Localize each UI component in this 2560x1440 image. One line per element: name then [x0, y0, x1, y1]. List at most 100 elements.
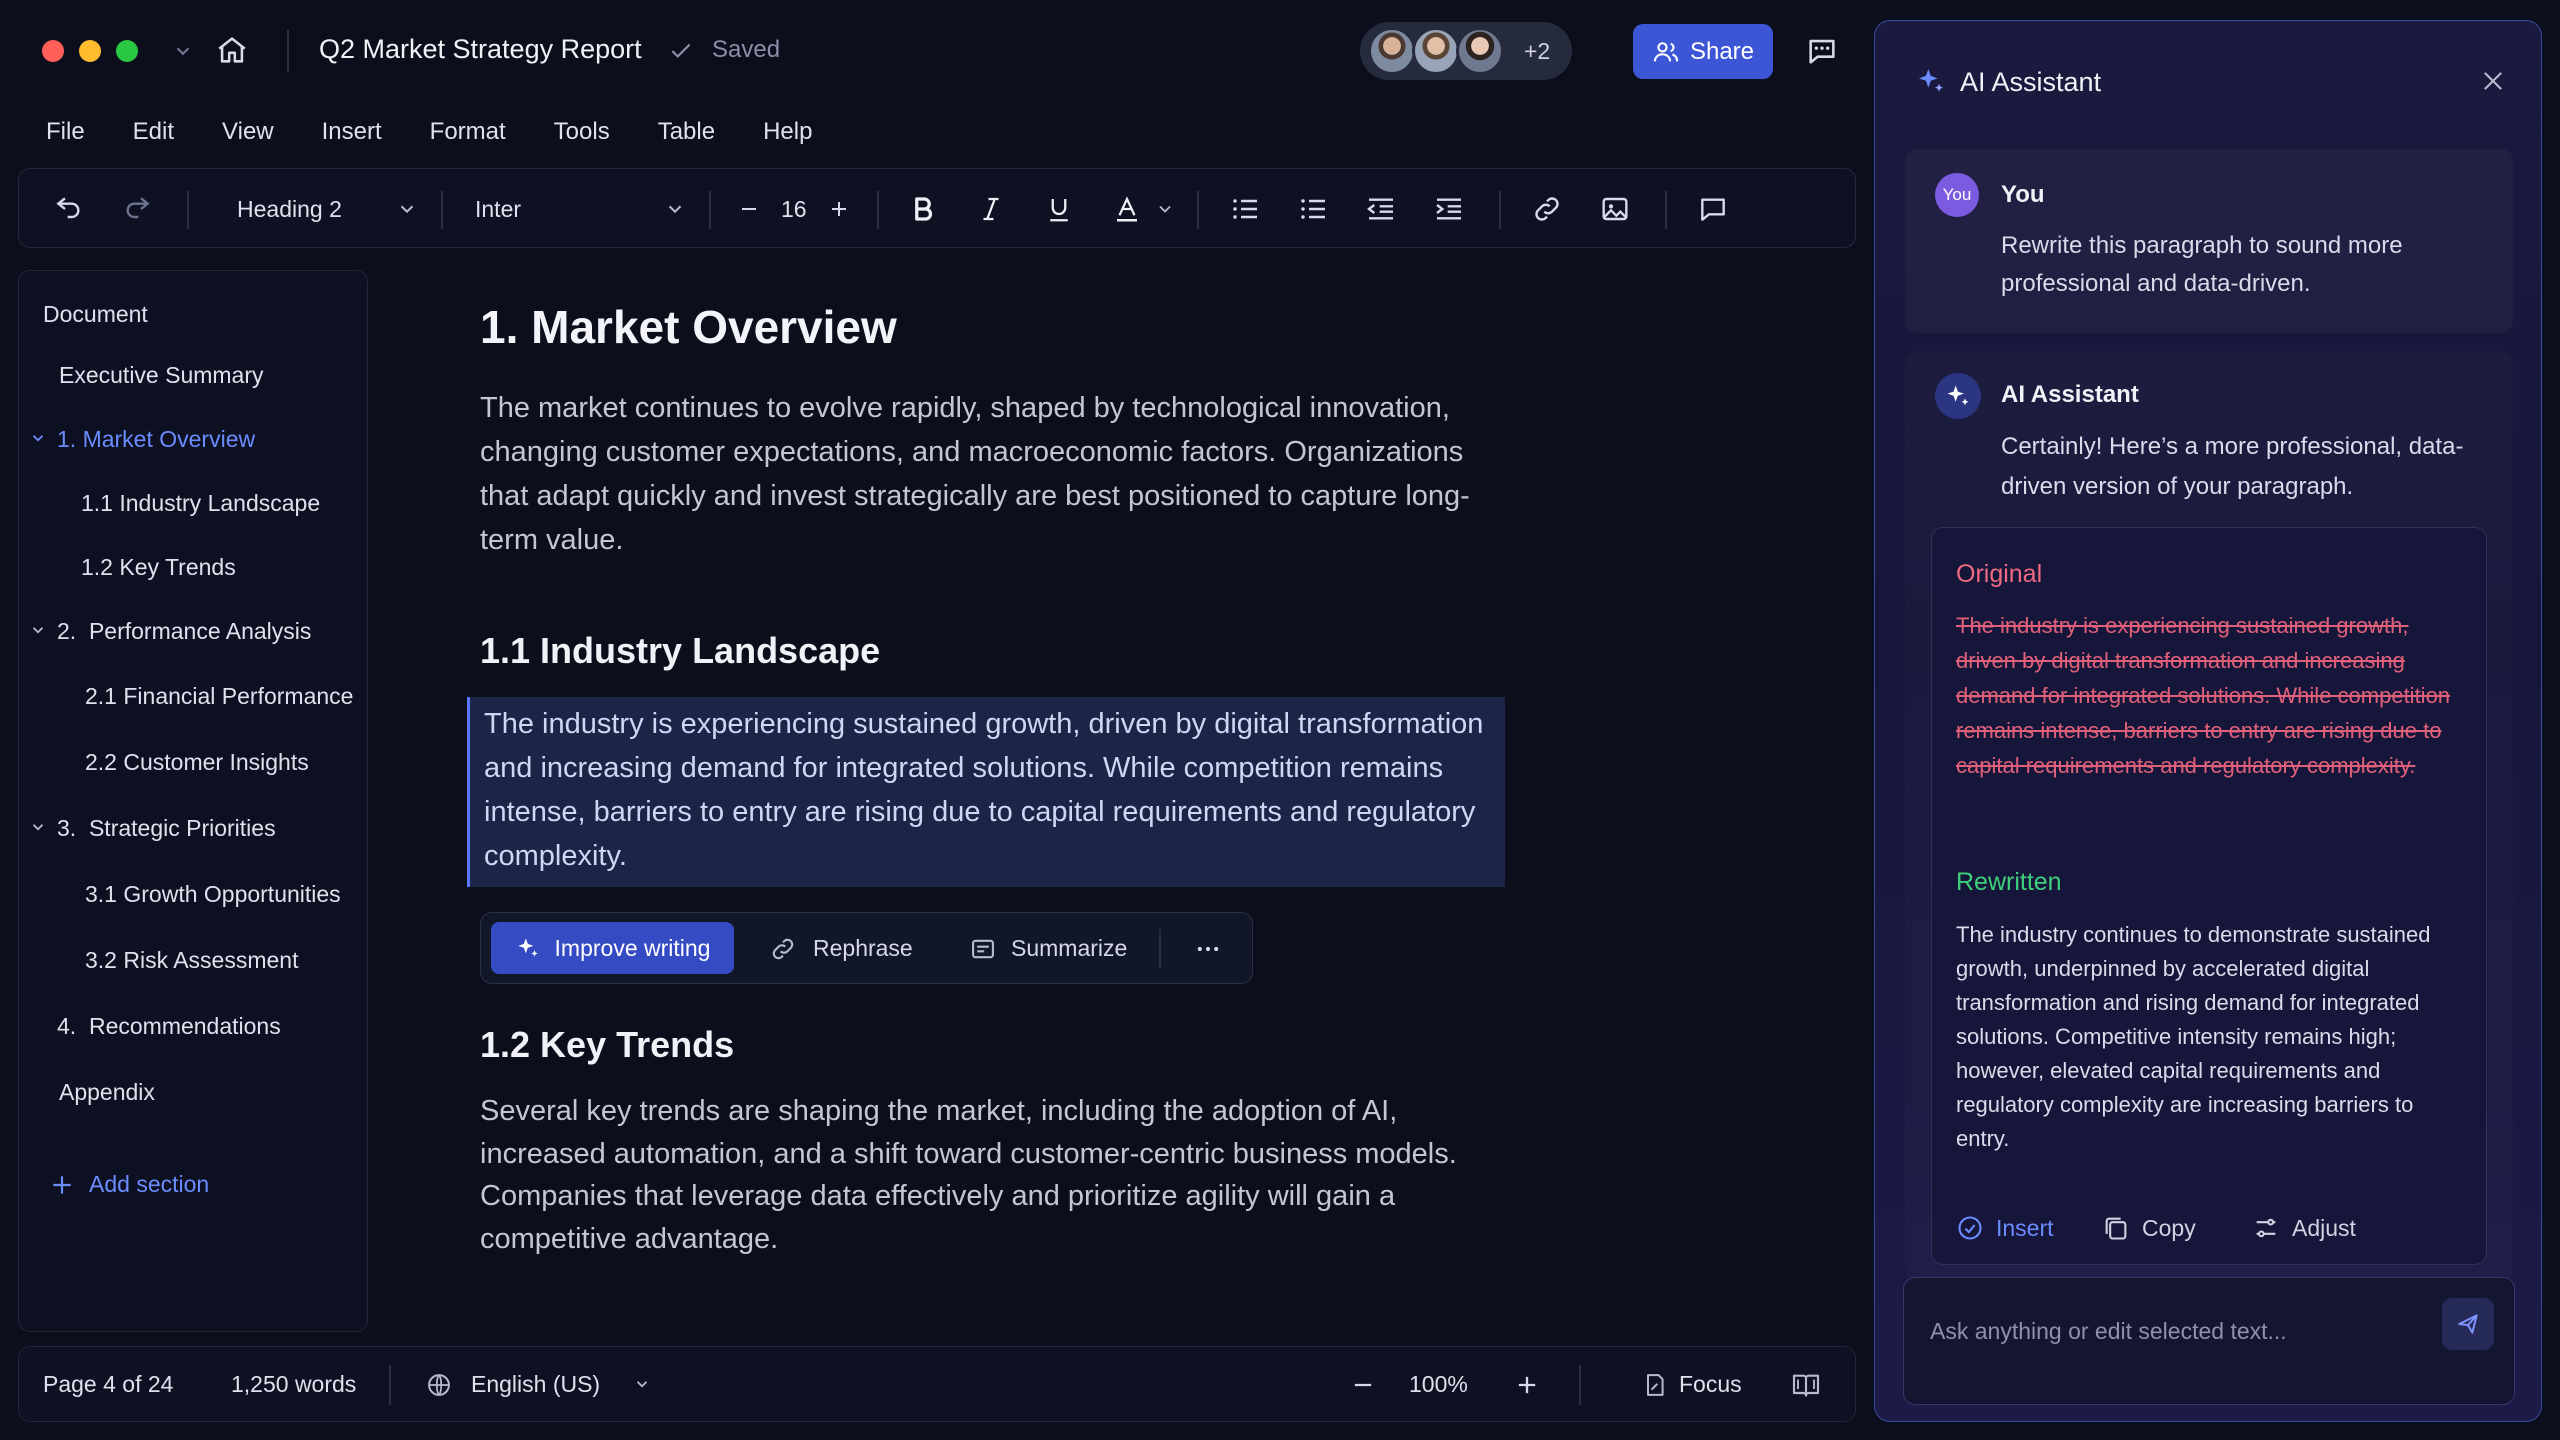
- outline-item-appendix[interactable]: Appendix: [59, 1079, 155, 1106]
- outline-item-recommendations[interactable]: 4. Recommendations: [57, 1013, 281, 1040]
- menu-file[interactable]: File: [46, 118, 85, 146]
- underline-icon[interactable]: [1039, 189, 1079, 229]
- chevron-down-icon[interactable]: [1145, 189, 1185, 229]
- ai-assistant-panel: AI Assistant You You Rewrite this paragr…: [1874, 20, 2542, 1422]
- chevron-down-icon[interactable]: [29, 818, 47, 836]
- numbered-list-icon[interactable]: [1293, 189, 1333, 229]
- redo-icon[interactable]: [117, 189, 157, 229]
- link-icon[interactable]: [1527, 189, 1567, 229]
- share-button[interactable]: Share: [1633, 24, 1773, 79]
- increase-font-size-button[interactable]: [819, 189, 859, 229]
- rephrase-icon[interactable]: [769, 935, 797, 963]
- outline-item-strategic-priorities[interactable]: 3. Strategic Priorities: [57, 815, 276, 842]
- comment-icon[interactable]: [1805, 34, 1839, 68]
- focus-mode-icon[interactable]: [1641, 1371, 1669, 1399]
- outline-item-financial-performance[interactable]: 2.1 Financial Performance: [85, 683, 353, 710]
- book-view-icon[interactable]: [1789, 1369, 1823, 1401]
- window-zoom-control[interactable]: [116, 40, 138, 62]
- divider: [287, 30, 289, 72]
- paragraph-industry-landscape[interactable]: The industry is experiencing sustained g…: [484, 702, 1504, 878]
- block-style-select[interactable]: Heading 2: [237, 196, 342, 223]
- bulleted-list-icon[interactable]: [1225, 189, 1265, 229]
- document-outline: Document Executive Summary 1. Market Ove…: [18, 270, 368, 1332]
- globe-icon[interactable]: [425, 1371, 453, 1399]
- summarize-button[interactable]: Summarize: [1011, 935, 1127, 962]
- collaborators-count[interactable]: +2: [1524, 38, 1550, 65]
- heading-industry-landscape[interactable]: 1.1 Industry Landscape: [480, 630, 880, 672]
- zoom-in-button[interactable]: [1513, 1371, 1541, 1399]
- undo-icon[interactable]: [49, 189, 89, 229]
- more-options-icon[interactable]: [1193, 935, 1223, 963]
- indent-icon[interactable]: [1429, 189, 1469, 229]
- menu-help[interactable]: Help: [763, 118, 812, 146]
- bold-icon[interactable]: [903, 189, 943, 229]
- page-indicator: Page 4 of 24: [43, 1371, 174, 1397]
- add-section-button[interactable]: Add section: [49, 1171, 209, 1198]
- outline-item-growth-opportunities[interactable]: 3.1 Growth Opportunities: [85, 881, 341, 908]
- avatar[interactable]: [1412, 27, 1460, 75]
- formatting-toolbar: Heading 2 Inter 16: [18, 168, 1856, 248]
- font-family-select[interactable]: Inter: [475, 196, 521, 223]
- chevron-down-icon[interactable]: [655, 189, 695, 229]
- rephrase-button[interactable]: Rephrase: [813, 935, 913, 962]
- adjust-button[interactable]: Adjust: [2252, 1214, 2356, 1242]
- outline-item-executive-summary[interactable]: Executive Summary: [59, 362, 264, 389]
- heading-key-trends[interactable]: 1.2 Key Trends: [480, 1024, 734, 1066]
- outline-item-customer-insights[interactable]: 2.2 Customer Insights: [85, 749, 309, 776]
- menu-format[interactable]: Format: [430, 118, 506, 146]
- insert-button[interactable]: Insert: [1956, 1214, 2054, 1242]
- improve-writing-button[interactable]: Improve writing: [491, 922, 734, 974]
- avatar[interactable]: [1368, 27, 1416, 75]
- font-size-value[interactable]: 16: [781, 196, 807, 223]
- window-minimize-control[interactable]: [79, 40, 101, 62]
- document-title[interactable]: Q2 Market Strategy Report: [319, 34, 642, 65]
- italic-icon[interactable]: [971, 189, 1011, 229]
- summarize-icon[interactable]: [969, 935, 997, 963]
- outdent-icon[interactable]: [1361, 189, 1401, 229]
- rewritten-text: The industry continues to demonstrate su…: [1956, 922, 2431, 1151]
- assistant-input[interactable]: Ask anything or edit selected text...: [1903, 1277, 2515, 1405]
- chevron-down-icon[interactable]: [172, 40, 194, 62]
- focus-mode-button[interactable]: Focus: [1679, 1371, 1742, 1398]
- paragraph-market-overview[interactable]: The market continues to evolve rapidly, …: [480, 386, 1500, 562]
- menu-insert[interactable]: Insert: [322, 118, 382, 146]
- zoom-level[interactable]: 100%: [1409, 1371, 1468, 1398]
- chevron-down-icon[interactable]: [29, 621, 47, 639]
- copy-button[interactable]: Copy: [2102, 1214, 2196, 1242]
- send-button[interactable]: [2442, 1298, 2494, 1350]
- zoom-out-button[interactable]: [1349, 1371, 1377, 1399]
- assistant-message: Certainly! Here’s a more professional, d…: [2001, 433, 2464, 500]
- outline-item-risk-assessment[interactable]: 3.2 Risk Assessment: [85, 947, 298, 974]
- outline-item-market-overview[interactable]: 1. Market Overview: [57, 426, 255, 453]
- word-count[interactable]: 1,250 words: [231, 1371, 356, 1398]
- window-close-control[interactable]: [42, 40, 64, 62]
- outline-item-industry-landscape[interactable]: 1.1 Industry Landscape: [81, 490, 320, 517]
- divider: [1159, 929, 1161, 969]
- menu-view[interactable]: View: [222, 118, 274, 146]
- check-circle-icon: [1956, 1214, 1984, 1242]
- chevron-down-icon[interactable]: [633, 1375, 651, 1393]
- divider: [709, 191, 711, 229]
- language-select[interactable]: English (US): [471, 1371, 600, 1398]
- chevron-down-icon[interactable]: [29, 429, 47, 447]
- heading-market-overview[interactable]: 1. Market Overview: [480, 300, 897, 354]
- outline-item-key-trends[interactable]: 1.2 Key Trends: [81, 554, 236, 581]
- comment-icon[interactable]: [1693, 189, 1733, 229]
- menu-tools[interactable]: Tools: [554, 118, 610, 146]
- close-icon[interactable]: [2479, 67, 2507, 95]
- menu-table[interactable]: Table: [658, 118, 715, 146]
- outline-item-performance-analysis[interactable]: 2. Performance Analysis: [57, 618, 311, 645]
- home-icon[interactable]: [215, 33, 249, 67]
- paragraph-key-trends[interactable]: Several key trends are shaping the marke…: [480, 1090, 1500, 1260]
- user-name: You: [2001, 181, 2045, 208]
- copy-icon: [2102, 1214, 2130, 1242]
- chevron-down-icon[interactable]: [387, 189, 427, 229]
- selected-paragraph[interactable]: The industry is experiencing sustained g…: [467, 697, 1505, 887]
- image-icon[interactable]: [1595, 189, 1635, 229]
- text-color-icon[interactable]: [1107, 189, 1147, 229]
- assistant-input-placeholder[interactable]: Ask anything or edit selected text...: [1930, 1318, 2287, 1345]
- status-bar: Page 4 of 24 1,250 words English (US) 10…: [18, 1346, 1856, 1422]
- menu-edit[interactable]: Edit: [133, 118, 174, 146]
- decrease-font-size-button[interactable]: [729, 189, 769, 229]
- avatar[interactable]: [1456, 27, 1504, 75]
